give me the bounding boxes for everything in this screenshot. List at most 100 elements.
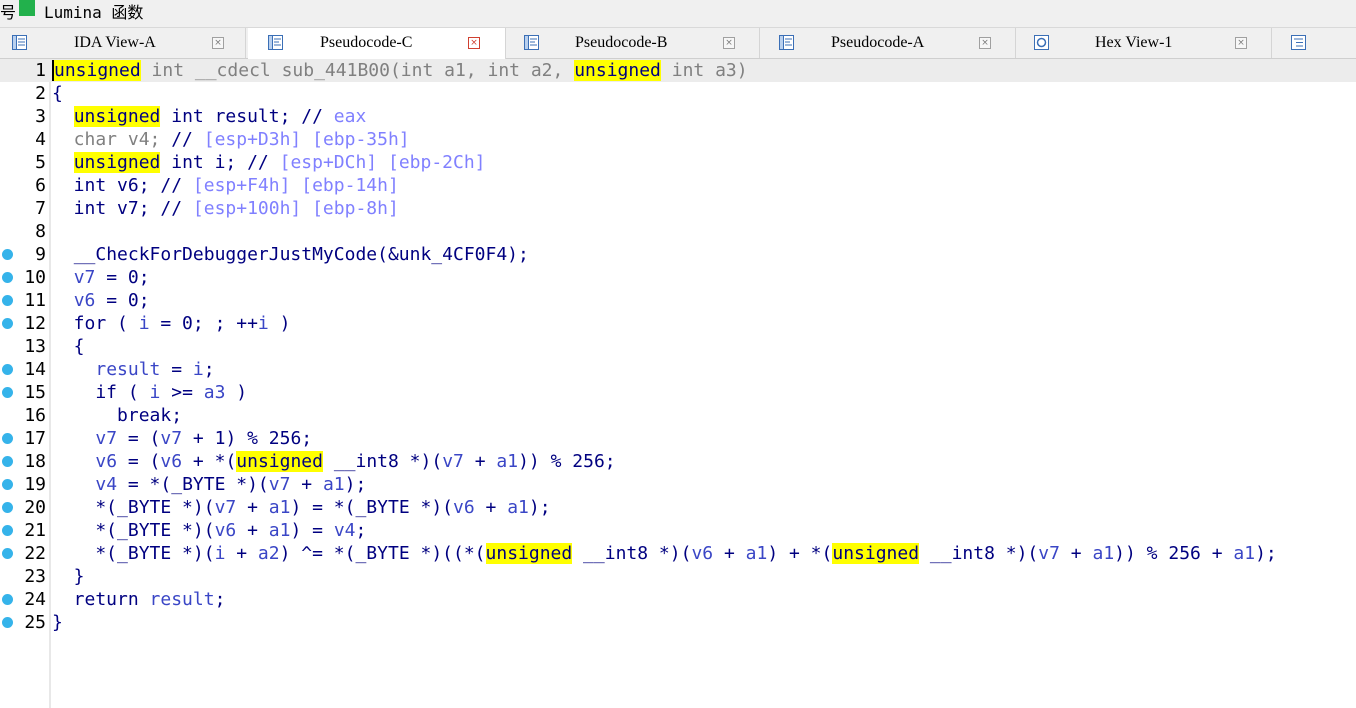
breakpoint-dot-icon[interactable]	[2, 249, 13, 260]
code-text[interactable]: v7 = 0;	[52, 266, 150, 289]
code-token: [esp+D3h] [ebp-35h]	[203, 129, 410, 150]
breakpoint-dot-icon[interactable]	[2, 479, 13, 490]
breakpoint-dot-icon[interactable]	[2, 433, 13, 444]
code-line[interactable]: 1 unsigned int __cdecl sub_441B00(int a1,…	[0, 59, 1356, 82]
code-line[interactable]: 22 *(_BYTE *)(i + a2) ^= *(_BYTE *)((*(u…	[0, 542, 1356, 565]
code-line[interactable]: 4 char v4; // [esp+D3h] [ebp-35h]	[0, 128, 1356, 151]
code-line[interactable]: 5 unsigned int i; // [esp+DCh] [ebp-2Ch]	[0, 151, 1356, 174]
close-icon[interactable]: ×	[979, 37, 991, 49]
code-line[interactable]: 18 v6 = (v6 + *(unsigned __int8 *)(v7 + …	[0, 450, 1356, 473]
breakpoint-dot-icon[interactable]	[2, 272, 13, 283]
code-line[interactable]: 3 unsigned int result; // eax	[0, 105, 1356, 128]
code-line[interactable]: 24 return result;	[0, 588, 1356, 611]
code-line[interactable]: 17 v7 = (v7 + 1) % 256;	[0, 427, 1356, 450]
code-token: v7	[268, 474, 291, 495]
code-line[interactable]: 21 *(_BYTE *)(v6 + a1) = v4;	[0, 519, 1356, 542]
code-line[interactable]: 2{	[0, 82, 1356, 105]
code-text[interactable]: unsigned int __cdecl sub_441B00(int a1, …	[52, 59, 748, 82]
code-line[interactable]: 7 int v7; // [esp+100h] [ebp-8h]	[0, 197, 1356, 220]
code-line[interactable]: 9 __CheckForDebuggerJustMyCode(&unk_4CF0…	[0, 243, 1356, 266]
code-token: ) = *(_BYTE *)(	[290, 497, 454, 518]
code-text[interactable]: v4 = *(_BYTE *)(v7 + a1);	[52, 473, 366, 496]
tab-pseudocode-c[interactable]: Pseudocode-C ×	[248, 28, 506, 59]
code-line[interactable]: 6 int v6; // [esp+F4h] [ebp-14h]	[0, 174, 1356, 197]
code-text[interactable]: {	[52, 82, 63, 105]
breakpoint-dot-icon[interactable]	[2, 617, 13, 628]
breakpoint-dot-icon[interactable]	[2, 295, 13, 306]
breakpoint-dot-icon[interactable]	[2, 318, 13, 329]
code-text[interactable]: {	[52, 335, 85, 358]
code-line[interactable]: 8	[0, 220, 1356, 243]
code-text[interactable]: v6 = (v6 + *(unsigned __int8 *)(v7 + a1)…	[52, 450, 616, 473]
code-text[interactable]: unsigned int i; // [esp+DCh] [ebp-2Ch]	[52, 151, 486, 174]
code-text[interactable]: if ( i >= a3 )	[52, 381, 247, 404]
title-strip: 号 Lumina 函数	[0, 0, 1356, 28]
code-text[interactable]: *(_BYTE *)(v7 + a1) = *(_BYTE *)(v6 + a1…	[52, 496, 550, 519]
tab-pseudocode-b[interactable]: Pseudocode-B ×	[506, 28, 760, 58]
code-token: v7	[442, 451, 464, 472]
code-line[interactable]: 19 v4 = *(_BYTE *)(v7 + a1);	[0, 473, 1356, 496]
code-line[interactable]: 25}	[0, 611, 1356, 634]
code-line[interactable]: 11 v6 = 0;	[0, 289, 1356, 312]
close-icon[interactable]: ×	[468, 37, 480, 49]
tab-label: IDA View-A	[74, 34, 156, 51]
code-token: i	[257, 313, 269, 334]
code-line[interactable]: 13 {	[0, 335, 1356, 358]
code-text[interactable]: char v4; // [esp+D3h] [ebp-35h]	[52, 128, 410, 151]
breakpoint-dot-icon[interactable]	[2, 364, 13, 375]
code-line[interactable]: 15 if ( i >= a3 )	[0, 381, 1356, 404]
breakpoint-dot-icon[interactable]	[2, 594, 13, 605]
line-number: 24	[24, 589, 46, 610]
code-text[interactable]: result = i;	[52, 358, 214, 381]
code-text[interactable]: int v6; // [esp+F4h] [ebp-14h]	[52, 174, 399, 197]
code-line[interactable]: 10 v7 = 0;	[0, 266, 1356, 289]
breakpoint-dot-icon[interactable]	[2, 548, 13, 559]
breakpoint-dot-icon[interactable]	[2, 387, 13, 398]
tab-pseudocode-a[interactable]: Pseudocode-A ×	[760, 28, 1016, 58]
code-token: i	[192, 359, 204, 380]
code-text[interactable]: for ( i = 0; ; ++i )	[52, 312, 291, 335]
code-text[interactable]: v6 = 0;	[52, 289, 150, 312]
close-icon[interactable]: ×	[212, 37, 224, 49]
code-token: a1	[1092, 543, 1115, 564]
code-token: ) =	[290, 520, 334, 541]
code-token: + *(	[182, 451, 237, 472]
close-icon[interactable]: ×	[723, 37, 735, 49]
tab-ida-view-a[interactable]: IDA View-A ×	[0, 28, 246, 58]
code-text[interactable]: }	[52, 565, 85, 588]
code-line[interactable]: 20 *(_BYTE *)(v7 + a1) = *(_BYTE *)(v6 +…	[0, 496, 1356, 519]
close-icon[interactable]: ×	[1235, 37, 1247, 49]
code-line[interactable]: 23 }	[0, 565, 1356, 588]
pseudocode-icon	[524, 35, 539, 50]
code-text[interactable]: v7 = (v7 + 1) % 256;	[52, 427, 312, 450]
pseudocode-icon	[779, 35, 794, 50]
code-token: char v4;	[52, 129, 172, 150]
lumina-label[interactable]: Lumina 函数	[44, 0, 143, 23]
hex-view-icon	[1034, 35, 1049, 50]
tab-more-views[interactable]	[1272, 28, 1356, 58]
code-line[interactable]: 12 for ( i = 0; ; ++i )	[0, 312, 1356, 335]
code-text[interactable]: return result;	[52, 588, 226, 611]
code-text[interactable]: __CheckForDebuggerJustMyCode(&unk_4CF0F4…	[52, 243, 529, 266]
code-text[interactable]: unsigned int result; // eax	[52, 105, 366, 128]
pseudocode-editor[interactable]: 1 unsigned int __cdecl sub_441B00(int a1,…	[0, 59, 1356, 708]
code-token: a1	[745, 543, 768, 564]
code-token: a3	[203, 382, 226, 403]
code-line[interactable]: 14 result = i;	[0, 358, 1356, 381]
code-token: v6	[691, 543, 714, 564]
code-text[interactable]: *(_BYTE *)(v6 + a1) = v4;	[52, 519, 366, 542]
code-token: v6	[214, 520, 237, 541]
breakpoint-dot-icon[interactable]	[2, 525, 13, 536]
breakpoint-dot-icon[interactable]	[2, 502, 13, 513]
code-text[interactable]: int v7; // [esp+100h] [ebp-8h]	[52, 197, 399, 220]
code-line[interactable]: 16 break;	[0, 404, 1356, 427]
code-token: )) % 256 +	[1114, 543, 1234, 564]
code-text[interactable]: break;	[52, 404, 182, 427]
breakpoint-dot-icon[interactable]	[2, 456, 13, 467]
line-number: 22	[24, 543, 46, 564]
code-text[interactable]: }	[52, 611, 63, 634]
code-text[interactable]: *(_BYTE *)(i + a2) ^= *(_BYTE *)((*(unsi…	[52, 542, 1277, 565]
tab-hex-view-1[interactable]: Hex View-1 ×	[1016, 28, 1272, 58]
